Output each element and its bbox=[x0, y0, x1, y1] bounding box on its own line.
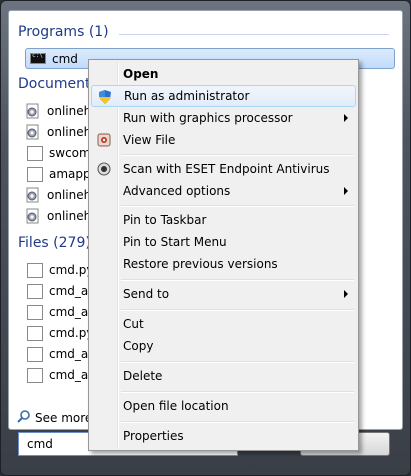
menu-separator bbox=[121, 154, 354, 156]
menu-item-run-with-graphics-processor[interactable]: Run with graphics processor bbox=[91, 107, 356, 129]
file-result[interactable]: cmd_ap bbox=[25, 365, 96, 385]
menu-item-view-file[interactable]: View File bbox=[91, 129, 356, 151]
menu-item-run-as-administrator[interactable]: Run as administrator bbox=[91, 85, 356, 107]
menu-separator bbox=[121, 279, 354, 281]
search-icon bbox=[17, 409, 31, 426]
menu-separator bbox=[121, 421, 354, 423]
menu-item-label: Delete bbox=[123, 369, 163, 383]
menu-item-label: Scan with ESET Endpoint Antivirus bbox=[123, 162, 330, 176]
document-icon bbox=[27, 346, 43, 362]
menu-item-delete[interactable]: Delete bbox=[91, 365, 356, 387]
menu-item-label: Pin to Start Menu bbox=[123, 235, 227, 249]
document-result[interactable]: swcom bbox=[25, 143, 91, 163]
document-result-label: onlineh bbox=[47, 125, 92, 139]
menu-separator bbox=[121, 309, 354, 311]
eset-icon bbox=[96, 161, 112, 177]
menu-item-label: Copy bbox=[123, 339, 154, 353]
see-more-results-link[interactable]: See more bbox=[17, 409, 92, 426]
menu-item-send-to[interactable]: Send to bbox=[91, 283, 356, 305]
submenu-arrow-icon bbox=[344, 114, 348, 122]
menu-item-label: Open bbox=[123, 67, 159, 81]
console-icon bbox=[30, 52, 46, 64]
document-result-label: onlineh bbox=[47, 104, 92, 118]
menu-item-open-file-location[interactable]: Open file location bbox=[91, 395, 356, 417]
menu-item-label: Restore previous versions bbox=[123, 257, 278, 271]
menu-item-cut[interactable]: Cut bbox=[91, 313, 356, 335]
document-icon bbox=[27, 325, 43, 341]
document-result[interactable]: onlineh bbox=[25, 122, 91, 142]
file-result[interactable]: cmd_ap bbox=[25, 302, 96, 322]
menu-item-pin-to-taskbar[interactable]: Pin to Taskbar bbox=[91, 209, 356, 231]
document-result-label: onlineh bbox=[47, 188, 92, 202]
document-result-label: onlineh bbox=[47, 209, 92, 223]
context-menu: Open Run as administrator Run with graph… bbox=[88, 59, 359, 451]
gear-document-icon bbox=[25, 187, 41, 203]
gear-document-icon bbox=[25, 124, 41, 140]
document-icon bbox=[27, 283, 43, 299]
documents-group-header[interactable]: Documents bbox=[18, 76, 98, 92]
document-icon bbox=[27, 367, 43, 383]
programs-divider bbox=[119, 34, 389, 35]
menu-separator bbox=[121, 391, 354, 393]
gear-document-icon bbox=[25, 103, 41, 119]
submenu-arrow-icon bbox=[344, 187, 348, 195]
menu-item-label: Run with graphics processor bbox=[123, 111, 293, 125]
submenu-arrow-icon bbox=[344, 290, 348, 298]
file-result-label: cmd.py bbox=[49, 263, 94, 277]
file-result[interactable]: cmd_ap bbox=[25, 344, 96, 364]
menu-item-open[interactable]: Open bbox=[91, 63, 356, 85]
menu-item-copy[interactable]: Copy bbox=[91, 335, 356, 357]
menu-item-pin-to-start-menu[interactable]: Pin to Start Menu bbox=[91, 231, 356, 253]
gear-document-icon bbox=[25, 208, 41, 224]
document-icon bbox=[27, 166, 43, 182]
menu-item-properties[interactable]: Properties bbox=[91, 425, 356, 447]
view-file-icon bbox=[96, 132, 112, 148]
uac-shield-icon bbox=[97, 89, 113, 105]
document-result-label: swcom bbox=[49, 146, 91, 160]
menu-item-label: View File bbox=[123, 133, 176, 147]
menu-item-label: Cut bbox=[123, 317, 144, 331]
menu-item-label: Run as administrator bbox=[124, 89, 250, 103]
document-result[interactable]: onlineh bbox=[25, 206, 91, 226]
file-result[interactable]: cmd.py bbox=[25, 323, 93, 343]
file-result-label: cmd.py bbox=[49, 326, 94, 340]
document-result[interactable]: onlineh bbox=[25, 101, 91, 121]
document-result[interactable]: onlineh bbox=[25, 185, 91, 205]
menu-item-label: Advanced options bbox=[123, 184, 231, 198]
menu-item-label: Pin to Taskbar bbox=[123, 213, 207, 227]
document-icon bbox=[27, 304, 43, 320]
menu-item-restore-previous-versions[interactable]: Restore previous versions bbox=[91, 253, 356, 275]
menu-item-label: Open file location bbox=[123, 399, 229, 413]
file-result[interactable]: cmd.py bbox=[25, 260, 93, 280]
menu-item-label: Send to bbox=[123, 287, 170, 301]
menu-separator bbox=[121, 205, 354, 207]
program-result-label: cmd bbox=[52, 51, 78, 66]
document-icon bbox=[27, 262, 43, 278]
menu-item-label: Properties bbox=[123, 429, 184, 443]
document-result[interactable]: amapp. bbox=[25, 164, 94, 184]
document-icon bbox=[27, 145, 43, 161]
see-more-label: See more bbox=[35, 410, 93, 425]
menu-item-advanced-options[interactable]: Advanced options bbox=[91, 180, 356, 202]
file-result[interactable]: cmd_ap bbox=[25, 281, 96, 301]
programs-group-header[interactable]: Programs (1) bbox=[18, 24, 109, 40]
files-group-header[interactable]: Files (279) bbox=[18, 235, 91, 251]
menu-separator bbox=[121, 361, 354, 363]
menu-item-scan-with-eset[interactable]: Scan with ESET Endpoint Antivirus bbox=[91, 158, 356, 180]
